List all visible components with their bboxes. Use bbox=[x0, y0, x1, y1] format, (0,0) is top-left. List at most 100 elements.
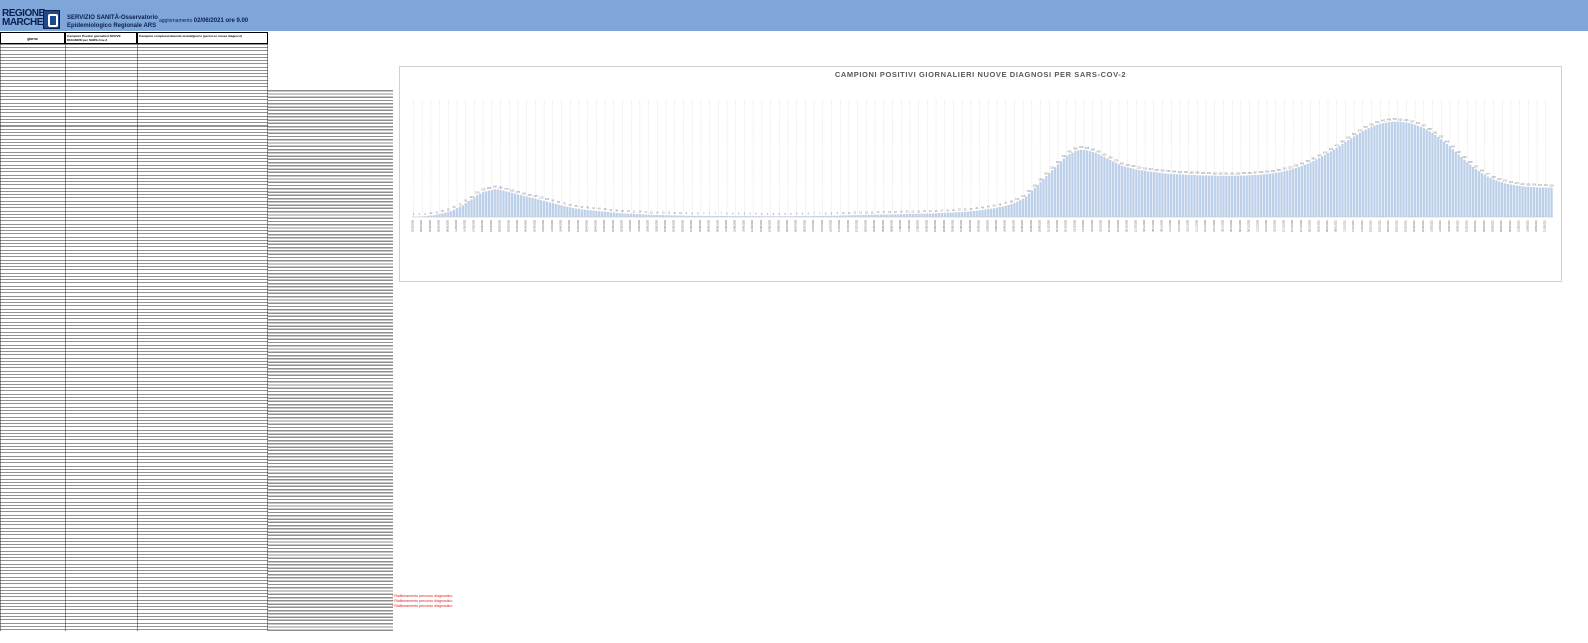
bar bbox=[656, 214, 659, 217]
bar bbox=[458, 206, 462, 217]
data-label: 286 bbox=[1195, 171, 1200, 175]
bar bbox=[1019, 200, 1022, 217]
x-tick-label: 13/02/2021 bbox=[1439, 219, 1442, 232]
data-label: 31 bbox=[952, 208, 955, 212]
data-label: 313 bbox=[1282, 167, 1287, 171]
x-tick-label: 01/10/2020 bbox=[1047, 219, 1050, 232]
bar bbox=[542, 200, 546, 217]
bar bbox=[1457, 154, 1460, 217]
x-tick-label: 11/03/2020 bbox=[455, 219, 458, 231]
bar bbox=[917, 213, 920, 217]
update-label: aggiornamento bbox=[159, 18, 193, 24]
data-label: 8 bbox=[697, 211, 699, 215]
bar bbox=[1239, 175, 1243, 217]
x-tick-label: 17/08/2020 bbox=[917, 219, 920, 232]
bar bbox=[1480, 173, 1484, 217]
bar bbox=[1434, 134, 1437, 217]
bar bbox=[1466, 162, 1469, 217]
organization-name: SERVIZIO SANITÀ-Osservatorio Epidemiolog… bbox=[67, 14, 158, 30]
x-tick-label: 14/03/2020 bbox=[464, 219, 467, 232]
x-tick-label: 25/05/2020 bbox=[673, 219, 676, 232]
x-tick-label: 15/07/2020 bbox=[821, 219, 824, 232]
bar bbox=[1155, 172, 1158, 217]
x-tick-label: 26/03/2020 bbox=[499, 219, 502, 232]
bar bbox=[1091, 151, 1094, 217]
data-label: 327 bbox=[1474, 165, 1479, 169]
bar bbox=[461, 205, 464, 217]
data-label: 450 bbox=[1073, 147, 1078, 151]
bar bbox=[615, 212, 618, 217]
bar bbox=[926, 213, 929, 217]
x-tick-label: 22/02/2021 bbox=[1465, 219, 1468, 232]
data-label: 7 bbox=[819, 211, 821, 215]
bar bbox=[1123, 166, 1126, 217]
x-tick-label: 09/07/2020 bbox=[803, 219, 806, 232]
bar bbox=[868, 214, 871, 217]
data-label: 7 bbox=[709, 211, 711, 215]
bar bbox=[1053, 167, 1057, 217]
x-tick-label: 09/12/2020 bbox=[1248, 219, 1251, 232]
x-tick-label: 09/11/2020 bbox=[1161, 219, 1164, 231]
x-tick-label: 07/10/2020 bbox=[1065, 219, 1068, 232]
bar bbox=[1437, 137, 1440, 217]
bar bbox=[1007, 205, 1010, 217]
data-label: 320 bbox=[1137, 166, 1142, 170]
bar bbox=[1109, 159, 1112, 217]
bar bbox=[545, 201, 549, 217]
bar bbox=[647, 214, 650, 217]
x-tick-label: 19/02/2021 bbox=[1457, 219, 1460, 232]
bar bbox=[1321, 156, 1324, 217]
x-tick-label: 16/09/2020 bbox=[1004, 219, 1007, 232]
bar bbox=[1210, 175, 1214, 217]
bar bbox=[1039, 181, 1042, 217]
data-label: 115 bbox=[539, 196, 544, 200]
data-label: 282 bbox=[1236, 171, 1241, 175]
bar bbox=[1483, 174, 1486, 217]
bar bbox=[1538, 187, 1542, 217]
x-tick-label: 02/03/2020 bbox=[429, 219, 432, 232]
bar bbox=[1062, 158, 1065, 217]
bar bbox=[946, 212, 949, 217]
bar bbox=[1042, 178, 1045, 217]
bar bbox=[1306, 163, 1309, 217]
update-value: 02/06/2021 ore 9.00 bbox=[193, 18, 249, 24]
x-tick-label: 29/08/2020 bbox=[951, 219, 954, 232]
data-label: 27 bbox=[940, 209, 943, 213]
bar bbox=[511, 192, 514, 217]
bar bbox=[1332, 149, 1335, 217]
x-tick-label: 05/01/2021 bbox=[1326, 219, 1329, 232]
bar bbox=[1100, 155, 1103, 217]
x-tick-label: 22/09/2020 bbox=[1021, 219, 1024, 232]
x-tick-label: 31/05/2020 bbox=[690, 219, 693, 232]
bar bbox=[1196, 175, 1199, 217]
bar bbox=[1271, 173, 1274, 217]
data-label: 390 bbox=[1108, 155, 1113, 159]
bar bbox=[961, 212, 964, 217]
data-label: 8 bbox=[825, 211, 827, 215]
bar bbox=[444, 212, 447, 217]
bar bbox=[998, 207, 1002, 217]
bar bbox=[1283, 171, 1286, 217]
data-label: 392 bbox=[1462, 155, 1467, 159]
x-tick-label: 03/12/2020 bbox=[1230, 219, 1233, 232]
bar bbox=[1065, 155, 1068, 217]
data-label: 25 bbox=[935, 209, 938, 213]
data-label: 315 bbox=[1143, 166, 1148, 170]
x-tick-label: 20/08/2020 bbox=[925, 219, 928, 232]
data-label: 13 bbox=[662, 211, 665, 215]
bar bbox=[1289, 169, 1292, 217]
bar bbox=[931, 213, 935, 217]
bar bbox=[621, 213, 624, 217]
data-label: 14 bbox=[865, 210, 868, 214]
x-tick-label: 22/05/2020 bbox=[664, 219, 667, 232]
bar bbox=[943, 212, 946, 217]
bar bbox=[1355, 134, 1359, 217]
data-label: 607 bbox=[1422, 124, 1427, 128]
bar bbox=[1495, 180, 1498, 217]
data-label: 54 bbox=[987, 205, 990, 209]
bar bbox=[1056, 164, 1060, 217]
bar bbox=[1329, 151, 1333, 217]
bar bbox=[905, 214, 909, 217]
data-label: 190 bbox=[493, 185, 498, 189]
bar bbox=[1135, 169, 1138, 217]
